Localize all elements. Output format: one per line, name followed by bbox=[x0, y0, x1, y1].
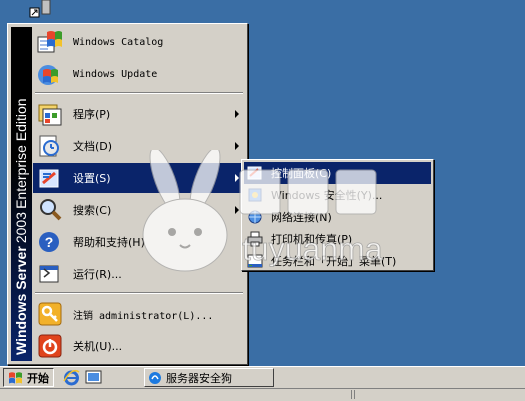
network-connections-icon bbox=[247, 209, 263, 225]
menu-item-label: 运行(R)... bbox=[73, 268, 122, 281]
start-menu-banner: Windows Server 2003 Enterprise Edition bbox=[11, 27, 32, 361]
menu-item-label: 程序(P) bbox=[73, 108, 111, 121]
documents-icon bbox=[37, 133, 63, 159]
submenu-arrow-icon bbox=[235, 142, 239, 150]
printers-icon bbox=[247, 231, 263, 247]
programs-icon bbox=[37, 101, 63, 127]
server-safedog-icon bbox=[149, 371, 161, 384]
windows-security-icon bbox=[247, 187, 263, 203]
submenu-item-control-panel[interactable]: 控制面板(C) bbox=[244, 162, 431, 184]
start-button-label: 开始 bbox=[27, 371, 49, 385]
run-icon bbox=[37, 261, 63, 287]
submenu-item-label: 网络连接(N) bbox=[271, 211, 332, 224]
windows-logo-icon bbox=[9, 371, 22, 383]
shutdown-icon bbox=[37, 333, 63, 359]
logoff-icon bbox=[37, 301, 63, 327]
taskbar-icon bbox=[247, 253, 263, 269]
menu-item-label: 帮助和支持(H) bbox=[73, 236, 145, 249]
desktop-shortcut-icon[interactable] bbox=[28, 0, 54, 18]
start-menu: Windows Server 2003 Enterprise Edition W… bbox=[7, 23, 248, 365]
windows-update-icon bbox=[37, 61, 63, 87]
menu-item-label: 注销 administrator(L)... bbox=[73, 310, 214, 322]
submenu-arrow-icon bbox=[235, 206, 239, 214]
menu-item-label: 文档(D) bbox=[73, 140, 113, 153]
banner-brand: Windows Server bbox=[13, 246, 29, 355]
submenu-item-label: 打印机和传真(P) bbox=[271, 233, 353, 246]
menu-item-windows-update[interactable]: Windows Update bbox=[33, 59, 245, 89]
menu-separator bbox=[35, 292, 243, 294]
menu-item-label: 设置(S) bbox=[73, 172, 111, 185]
start-button[interactable]: 开始 bbox=[3, 368, 54, 387]
svg-text:?: ? bbox=[45, 234, 54, 250]
menu-item-programs[interactable]: 程序(P) bbox=[33, 99, 245, 129]
submenu-arrow-icon bbox=[235, 110, 239, 118]
taskbar-window-button[interactable]: 服务器安全狗 bbox=[144, 368, 274, 387]
submenu-item-label: Windows 安全性(Y)... bbox=[271, 189, 383, 202]
submenu-item-network-connections[interactable]: 网络连接(N) bbox=[244, 206, 431, 228]
menu-item-run[interactable]: 运行(R)... bbox=[33, 259, 245, 289]
menu-item-shutdown[interactable]: 关机(U)... bbox=[33, 331, 245, 361]
submenu-item-label: 任务栏和「开始」菜单(T) bbox=[271, 255, 397, 268]
submenu-item-windows-security[interactable]: Windows 安全性(Y)... bbox=[244, 184, 431, 206]
menu-item-label: Windows Catalog bbox=[73, 36, 164, 48]
control-panel-icon bbox=[247, 165, 263, 181]
menu-item-windows-catalog[interactable]: Windows Catalog bbox=[33, 27, 245, 57]
menu-item-settings[interactable]: 设置(S) bbox=[33, 163, 245, 193]
desktop-icon[interactable] bbox=[85, 369, 102, 386]
banner-year: 2003 bbox=[13, 211, 29, 244]
taskbar: 开始 服务器安全狗 bbox=[0, 366, 525, 388]
submenu-item-printers[interactable]: 打印机和传真(P) bbox=[244, 228, 431, 250]
submenu-item-taskbar[interactable]: 任务栏和「开始」菜单(T) bbox=[244, 250, 431, 272]
windows-catalog-icon bbox=[37, 29, 63, 55]
menu-item-search[interactable]: 搜索(C) bbox=[33, 195, 245, 225]
help-icon: ? bbox=[37, 229, 63, 255]
taskbar-window-label: 服务器安全狗 bbox=[166, 371, 232, 385]
submenu-arrow-icon bbox=[235, 174, 239, 182]
menu-item-documents[interactable]: 文档(D) bbox=[33, 131, 245, 161]
menu-item-label: 搜索(C) bbox=[73, 204, 112, 217]
banner-edition: Enterprise Edition bbox=[13, 98, 29, 209]
menu-item-help[interactable]: ? 帮助和支持(H) bbox=[33, 227, 245, 257]
menu-separator bbox=[35, 92, 243, 94]
settings-submenu: 控制面板(C) Windows 安全性(Y)... 网络连接(N) 打印机和传真… bbox=[241, 159, 434, 271]
menu-item-label: 关机(U)... bbox=[73, 340, 123, 353]
menu-item-label: Windows Update bbox=[73, 68, 158, 80]
resize-grip[interactable] bbox=[351, 390, 357, 399]
submenu-item-label: 控制面板(C) bbox=[271, 167, 332, 180]
bottom-status-strip bbox=[0, 388, 525, 401]
search-icon bbox=[37, 197, 63, 223]
settings-icon bbox=[37, 165, 63, 191]
menu-item-logoff[interactable]: 注销 administrator(L)... bbox=[33, 299, 245, 329]
ie-icon[interactable] bbox=[63, 369, 80, 386]
